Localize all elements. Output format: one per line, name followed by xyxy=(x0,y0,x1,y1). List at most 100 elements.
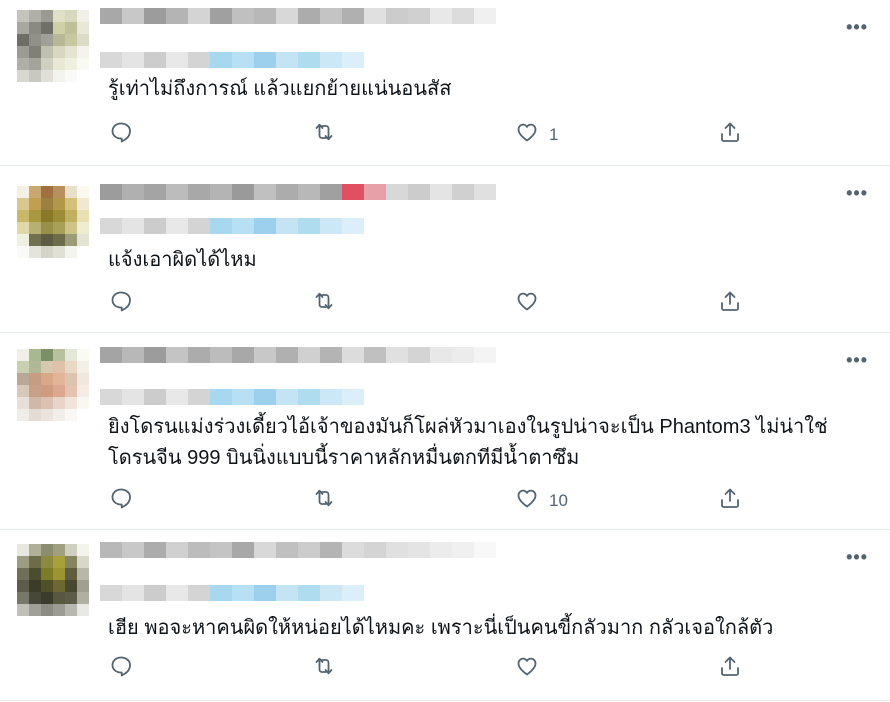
blurred-user-name xyxy=(100,184,496,200)
avatar-pixel xyxy=(29,246,41,258)
share-button[interactable] xyxy=(718,120,742,149)
blur-block xyxy=(210,218,232,234)
blur-block xyxy=(364,8,386,24)
retweet-button[interactable] xyxy=(312,120,346,149)
avatar-pixel xyxy=(17,385,29,397)
avatar-pixel xyxy=(53,568,65,580)
blur-block xyxy=(320,389,342,405)
avatar[interactable] xyxy=(17,186,89,258)
tweet[interactable]: ••• เฮีย พอจะหาคนผิดให้หน่อยได้ไหมคะ เพร… xyxy=(0,530,890,701)
like-button[interactable]: 1 xyxy=(515,120,558,149)
reply-button[interactable] xyxy=(109,486,143,515)
share-button[interactable] xyxy=(718,654,742,683)
avatar-pixel xyxy=(53,592,65,604)
blur-block xyxy=(408,184,430,200)
avatar-pixel xyxy=(41,385,53,397)
retweet-button[interactable] xyxy=(312,654,346,683)
avatar-pixel xyxy=(65,568,77,580)
reply-button[interactable] xyxy=(109,289,143,318)
blur-block xyxy=(188,8,210,24)
reply-button[interactable] xyxy=(109,120,143,149)
like-count: 10 xyxy=(549,490,568,510)
tweet[interactable]: ••• แจ้งเอาผิดได้ไหม xyxy=(0,166,890,333)
avatar-pixel xyxy=(53,234,65,246)
avatar-pixel xyxy=(53,198,65,210)
more-options-button[interactable]: ••• xyxy=(846,18,868,36)
blur-block xyxy=(276,585,298,601)
avatar-pixel xyxy=(29,210,41,222)
blur-block xyxy=(276,347,298,363)
blur-block xyxy=(232,389,254,405)
avatar-pixel xyxy=(41,544,53,556)
avatar-pixel xyxy=(29,70,41,82)
blur-block xyxy=(100,542,122,558)
avatar-pixel xyxy=(17,592,29,604)
avatar-pixel xyxy=(65,385,77,397)
blur-block xyxy=(232,347,254,363)
retweet-button[interactable] xyxy=(312,289,346,318)
avatar-pixel xyxy=(17,22,29,34)
blur-block xyxy=(452,8,474,24)
blur-block xyxy=(100,184,122,200)
avatar-pixel xyxy=(41,556,53,568)
avatar-pixel xyxy=(29,373,41,385)
blur-block xyxy=(342,8,364,24)
reply-icon xyxy=(109,289,133,318)
blur-block xyxy=(408,8,430,24)
avatar-pixel xyxy=(29,46,41,58)
tweet[interactable]: ••• ยิงโดรนแม่งร่วงเดี้ยวไอ้เจ้าของมันก็… xyxy=(0,333,890,530)
avatar-pixel xyxy=(29,10,41,22)
blur-block xyxy=(232,8,254,24)
share-icon xyxy=(718,289,742,318)
avatar-pixel xyxy=(77,210,89,222)
avatar-pixel xyxy=(53,349,65,361)
avatar-pixel xyxy=(17,556,29,568)
tweet[interactable]: ••• รู้เท่าไม่ถึงการณ์ แล้วแยกย้ายแน่นอน… xyxy=(0,0,890,166)
like-button[interactable]: 10 xyxy=(515,486,568,515)
avatar-pixel xyxy=(53,222,65,234)
tweet-text: ยิงโดรนแม่งร่วงเดี้ยวไอ้เจ้าของมันก็โผล่… xyxy=(108,416,828,469)
blur-block xyxy=(254,184,276,200)
like-button[interactable] xyxy=(515,654,549,683)
blur-block xyxy=(364,542,386,558)
avatar-pixel xyxy=(53,22,65,34)
avatar-pixel xyxy=(29,409,41,421)
blur-block xyxy=(122,585,144,601)
reply-button[interactable] xyxy=(109,654,143,683)
avatar-pixel xyxy=(53,70,65,82)
blurred-user-name xyxy=(100,8,496,24)
like-count: 1 xyxy=(549,124,559,144)
retweet-button[interactable] xyxy=(312,486,346,515)
more-options-button[interactable]: ••• xyxy=(846,351,868,369)
avatar[interactable] xyxy=(17,544,89,616)
more-options-button[interactable]: ••• xyxy=(846,548,868,566)
avatar-pixel xyxy=(29,385,41,397)
avatar-pixel xyxy=(41,10,53,22)
blur-block xyxy=(298,218,320,234)
avatar-pixel xyxy=(29,234,41,246)
avatar[interactable] xyxy=(17,349,89,421)
blur-block xyxy=(188,542,210,558)
blur-block xyxy=(188,585,210,601)
avatar-pixel xyxy=(41,246,53,258)
blur-block xyxy=(210,542,232,558)
more-options-button[interactable]: ••• xyxy=(846,184,868,202)
avatar-pixel xyxy=(65,409,77,421)
blur-block xyxy=(364,184,386,200)
reply-icon xyxy=(109,120,133,149)
avatar-pixel xyxy=(65,604,77,616)
avatar-pixel xyxy=(17,349,29,361)
blur-block xyxy=(188,184,210,200)
avatar-pixel xyxy=(65,222,77,234)
avatar-pixel xyxy=(29,222,41,234)
blur-block xyxy=(386,542,408,558)
share-button[interactable] xyxy=(718,486,742,515)
blur-block xyxy=(452,347,474,363)
blur-block xyxy=(474,347,496,363)
share-button[interactable] xyxy=(718,289,742,318)
avatar-pixel xyxy=(77,361,89,373)
avatar-pixel xyxy=(29,592,41,604)
like-button[interactable] xyxy=(515,289,549,318)
avatar[interactable] xyxy=(17,10,89,82)
blur-block xyxy=(342,184,364,200)
